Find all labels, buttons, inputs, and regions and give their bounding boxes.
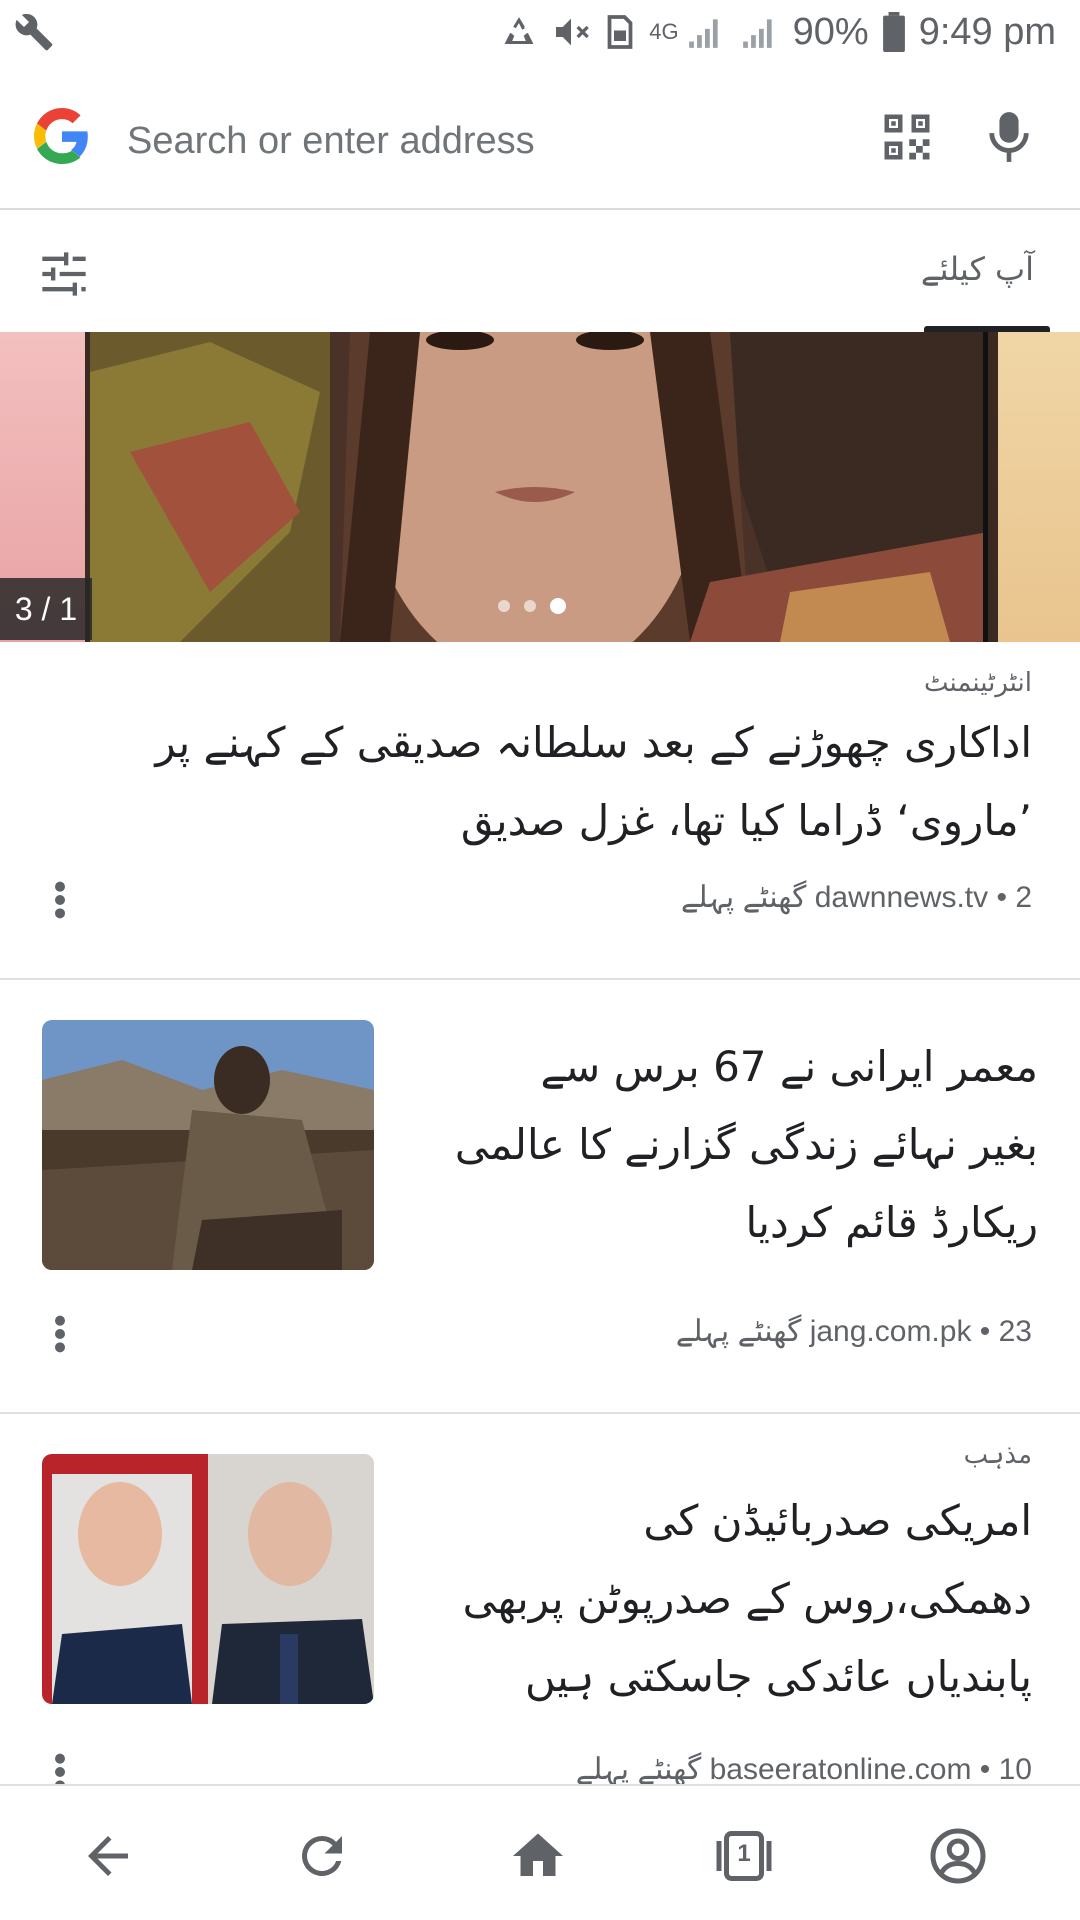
clock: 9:49 pm [918, 10, 1056, 53]
article-thumbnail[interactable] [42, 1454, 374, 1704]
carousel-dots [498, 598, 566, 614]
google-logo-icon[interactable] [34, 108, 90, 164]
headline-line: معمر ایرانی نے 67 برس سے [540, 1042, 1038, 1091]
article-category: مذہب [963, 1440, 1032, 1470]
headline-line: ریکارڈ قائم کردیا [745, 1198, 1038, 1247]
carousel-dot[interactable] [498, 600, 510, 612]
search-input[interactable] [125, 112, 849, 170]
article-meta: dawnnews.tv • 2 گھنٹے پہلے [680, 881, 1032, 914]
article-meta: jang.com.pk • 23 گھنٹے پہلے [675, 1315, 1032, 1348]
feed-header: آپ کیلئے [0, 212, 1080, 332]
signal-icon-2 [742, 19, 772, 48]
reload-icon[interactable] [292, 1826, 352, 1886]
image-carousel[interactable] [0, 332, 1080, 642]
home-icon[interactable] [508, 1826, 568, 1886]
more-options-icon[interactable] [54, 880, 66, 920]
battery-percent: 90% [792, 10, 869, 53]
bottom-navigation: 1 [0, 1784, 1080, 1920]
headline-line: دھمکی،روس کے صدرپوٹن پربھی [462, 1574, 1032, 1623]
signal-icon [688, 19, 718, 48]
address-bar [0, 72, 1080, 210]
article-headline[interactable]: معمر ایرانی نے 67 برس سے بغیر نہائے زندگ… [455, 1028, 1038, 1262]
sim-icon [607, 15, 633, 49]
battery-icon [882, 12, 905, 52]
carousel-next-image[interactable] [998, 332, 1080, 642]
article-card[interactable]: معمر ایرانی نے 67 برس سے بغیر نہائے زندگ… [0, 980, 1080, 1414]
article-card[interactable]: انٹرٹینمنٹ اداکاری چھوڑنے کے بعد سلطانہ … [0, 642, 1080, 980]
headline-line: پابندیاں عائدکی جاسکتی ہیں [525, 1652, 1032, 1701]
back-icon[interactable] [78, 1826, 138, 1886]
carousel-main-image[interactable] [90, 332, 988, 642]
article-thumbnail[interactable] [42, 1020, 374, 1270]
article-card[interactable]: مذہب امریکی صدربائیڈن کی دھمکی،روس کے صد… [0, 1414, 1080, 1784]
network-type-label: 4G [649, 19, 679, 44]
headline-line: اداکاری چھوڑنے کے بعد سلطانہ صدیقی کے کہ… [155, 718, 1032, 767]
tabs-button[interactable]: 1 [714, 1826, 774, 1886]
article-meta: baseeratonline.com • 10 گھنٹے پہلے [575, 1753, 1032, 1784]
mute-icon [556, 18, 590, 46]
article-category: انٹرٹینمنٹ [924, 668, 1032, 698]
headline-line: امریکی صدربائیڈن کی [643, 1496, 1032, 1545]
more-options-icon[interactable] [54, 1314, 66, 1354]
status-bar: 4G 90% 9:49 pm [0, 0, 1080, 64]
carousel-counter: 3 / 1 [0, 578, 92, 640]
feed-tab-for-you[interactable]: آپ کیلئے [921, 250, 1034, 288]
more-options-icon[interactable] [54, 1752, 66, 1784]
account-icon[interactable] [928, 1826, 988, 1886]
carousel-dot[interactable] [524, 600, 536, 612]
tune-icon[interactable] [38, 250, 90, 298]
qr-code-icon[interactable] [880, 110, 934, 164]
article-headline[interactable]: امریکی صدربائیڈن کی دھمکی،روس کے صدرپوٹن… [463, 1482, 1032, 1716]
status-icons: 4G 90% 9:49 pm [501, 6, 1056, 58]
wrench-icon [15, 13, 53, 51]
headline-line: ’ماروی‘ ڈراما کیا تھا، غزل صدیق [460, 796, 1032, 845]
tab-count: 1 [737, 1840, 751, 1867]
article-headline[interactable]: اداکاری چھوڑنے کے بعد سلطانہ صدیقی کے کہ… [155, 704, 1032, 860]
carousel-dot-active[interactable] [550, 598, 566, 614]
recycle-icon [504, 17, 534, 44]
headline-line: بغیر نہائے زندگی گزارنے کا عالمی [454, 1120, 1038, 1169]
mic-icon[interactable] [986, 108, 1032, 166]
